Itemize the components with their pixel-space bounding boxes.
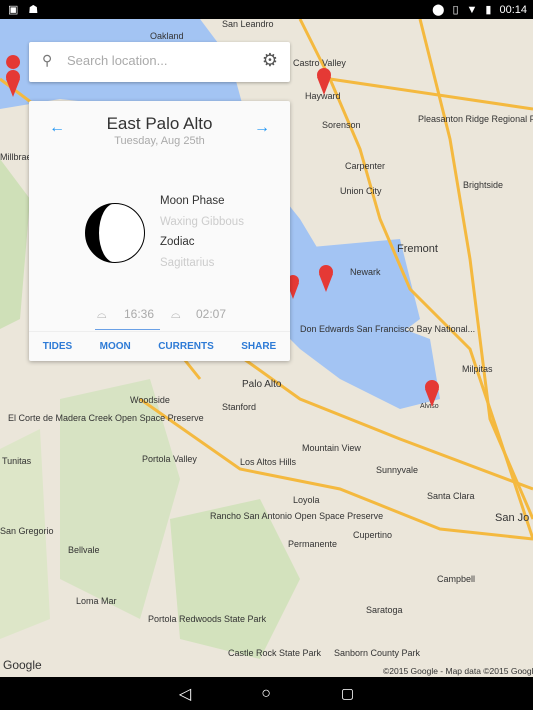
svg-text:Bellvale: Bellvale bbox=[68, 545, 100, 555]
svg-text:San Gregorio: San Gregorio bbox=[0, 526, 54, 536]
svg-text:Tunitas: Tunitas bbox=[2, 456, 32, 466]
date-label: Tuesday, Aug 25th bbox=[114, 135, 205, 147]
svg-text:Stanford: Stanford bbox=[222, 402, 256, 412]
tab-moon[interactable]: MOON bbox=[100, 341, 131, 352]
svg-text:Permanente: Permanente bbox=[288, 539, 337, 549]
status-bar: ▣ ☗ ⬤ ▯ ▼ ▮ 00:14 bbox=[0, 0, 533, 19]
svg-text:Sorenson: Sorenson bbox=[322, 120, 361, 130]
svg-text:Hayward: Hayward bbox=[305, 91, 341, 101]
svg-text:Woodside: Woodside bbox=[130, 395, 170, 405]
home-icon[interactable]: ○ bbox=[261, 685, 271, 703]
active-tab-indicator bbox=[95, 329, 160, 330]
svg-text:Campbell: Campbell bbox=[437, 574, 475, 584]
google-logo: Google bbox=[3, 658, 42, 672]
clock: 00:14 bbox=[499, 3, 527, 16]
tab-tides[interactable]: TIDES bbox=[43, 341, 72, 352]
search-bar: ⚲ ⚙ bbox=[29, 42, 290, 82]
back-icon[interactable]: ◁ bbox=[179, 684, 191, 704]
svg-text:Millbrae: Millbrae bbox=[0, 152, 32, 162]
image-notification-icon: ▣ bbox=[8, 4, 19, 16]
svg-text:Pleasanton Ridge Regional Park: Pleasanton Ridge Regional Park bbox=[418, 114, 533, 124]
svg-text:Oakland: Oakland bbox=[150, 31, 184, 41]
svg-text:Saratoga: Saratoga bbox=[366, 605, 403, 615]
moon-phase-value: Waxing Gibbous bbox=[160, 216, 244, 228]
svg-text:Newark: Newark bbox=[350, 267, 381, 277]
svg-text:Santa Clara: Santa Clara bbox=[427, 491, 475, 501]
svg-text:Mountain View: Mountain View bbox=[302, 443, 361, 453]
moonset-time: 02:07 bbox=[196, 307, 227, 321]
svg-text:Cupertino: Cupertino bbox=[353, 530, 392, 540]
svg-text:Palo Alto: Palo Alto bbox=[242, 379, 282, 390]
svg-text:Castle Rock State Park: Castle Rock State Park bbox=[228, 648, 322, 658]
svg-text:Rancho San Antonio Open Space: Rancho San Antonio Open Space Preserve bbox=[210, 511, 383, 521]
zodiac-label: Zodiac bbox=[160, 236, 195, 248]
svg-text:San Leandro: San Leandro bbox=[222, 19, 274, 29]
battery-icon: ▮ bbox=[485, 4, 492, 16]
tab-currents[interactable]: CURRENTS bbox=[158, 341, 214, 352]
gear-icon[interactable]: ⚙ bbox=[262, 50, 278, 71]
svg-text:Milpitas: Milpitas bbox=[462, 364, 493, 374]
recents-icon[interactable]: ▢ bbox=[341, 685, 354, 702]
svg-text:Don Edwards San Francisco Bay: Don Edwards San Francisco Bay National..… bbox=[300, 324, 475, 334]
location-title: East Palo Alto bbox=[106, 114, 213, 133]
moonset-icon: ⌓ bbox=[171, 307, 181, 321]
moon-phase-label: Moon Phase bbox=[160, 195, 225, 207]
navigation-bar: ◁ ○ ▢ bbox=[0, 677, 533, 710]
moonrise-icon: ⌓ bbox=[97, 307, 107, 321]
moon-phase-icon bbox=[85, 203, 145, 263]
svg-text:Sunnyvale: Sunnyvale bbox=[376, 465, 418, 475]
svg-text:El Corte de Madera Creek Open: El Corte de Madera Creek Open Space Pres… bbox=[8, 413, 204, 423]
svg-text:Brightside: Brightside bbox=[463, 180, 503, 190]
svg-text:Los Altos Hills: Los Altos Hills bbox=[240, 457, 297, 467]
svg-text:Loyola: Loyola bbox=[293, 495, 320, 505]
svg-text:Fremont: Fremont bbox=[397, 243, 438, 255]
zodiac-value: Sagittarius bbox=[160, 257, 215, 269]
search-input[interactable] bbox=[67, 53, 247, 68]
svg-text:Sanborn County Park: Sanborn County Park bbox=[334, 648, 421, 658]
location-icon: ⬤ bbox=[432, 4, 445, 16]
svg-text:Castro Valley: Castro Valley bbox=[293, 58, 346, 68]
moon-card: ← → East Palo Alto Tuesday, Aug 25th Moo… bbox=[29, 101, 290, 361]
svg-text:San Jo: San Jo bbox=[495, 512, 529, 524]
svg-text:Union City: Union City bbox=[340, 186, 382, 196]
search-icon: ⚲ bbox=[42, 52, 53, 68]
svg-text:Portola Valley: Portola Valley bbox=[142, 454, 197, 464]
moonrise-time: 16:36 bbox=[124, 307, 155, 321]
wifi-icon: ▼ bbox=[466, 3, 478, 16]
svg-text:Carpenter: Carpenter bbox=[345, 161, 385, 171]
svg-text:Loma Mar: Loma Mar bbox=[76, 596, 117, 606]
android-icon: ☗ bbox=[28, 4, 39, 16]
svg-text:Alviso: Alviso bbox=[420, 403, 439, 410]
svg-text:Portola Redwoods State Park: Portola Redwoods State Park bbox=[148, 614, 267, 624]
tab-share[interactable]: SHARE bbox=[241, 341, 276, 352]
map-attribution: ©2015 Google - Map data ©2015 Google bbox=[383, 666, 533, 676]
vibrate-icon: ▯ bbox=[452, 4, 459, 16]
